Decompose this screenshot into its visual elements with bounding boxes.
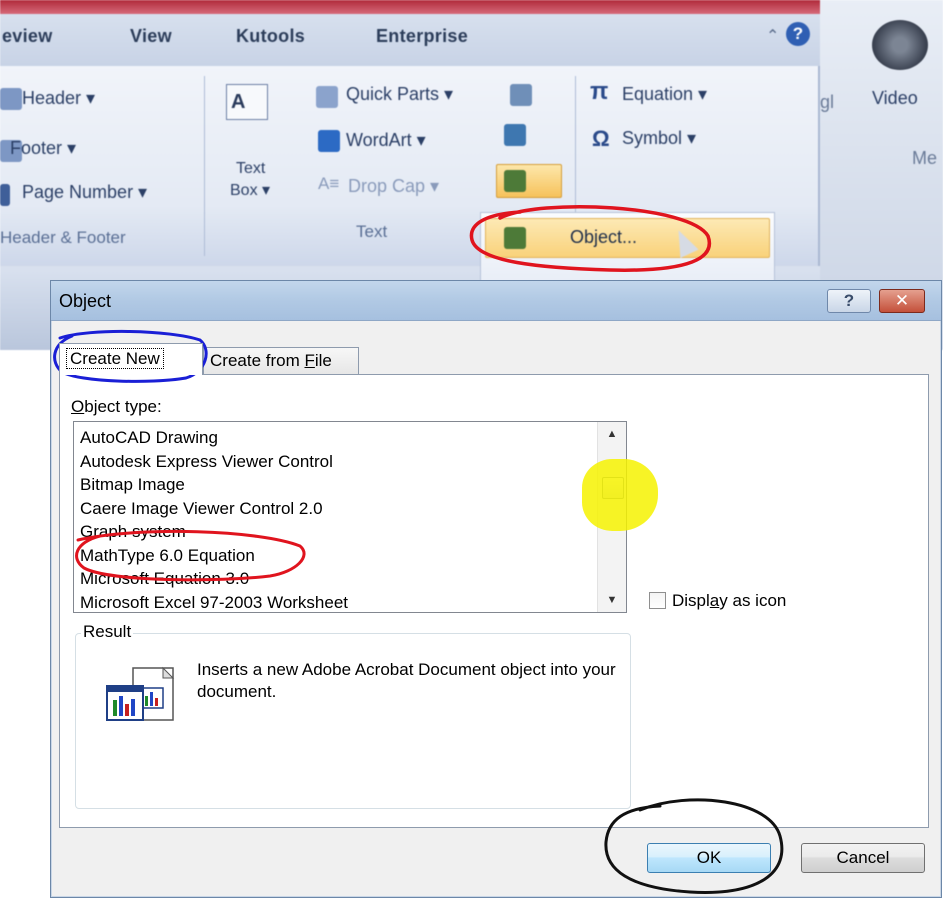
signature-line-icon[interactable] [510,84,532,106]
object-menu-label: Object... [570,227,638,247]
date-time-icon[interactable] [504,124,526,146]
object-type-label-rest: bject type: [84,397,162,416]
list-item[interactable]: Microsoft Equation 3.0 [80,567,590,591]
document-object-icon [106,666,175,721]
drop-cap-icon: A≡ [318,174,340,193]
quick-parts-button[interactable]: Quick Parts ▾ [346,84,453,105]
ribbon-help-icon[interactable]: ? [786,22,810,46]
insert-object-dropdown: Object... [480,212,775,282]
group-separator [204,76,205,256]
text-box-label-2[interactable]: Box ▾ [230,180,270,200]
mouse-cursor-icon [669,225,699,259]
text-box-icon: A [226,84,268,120]
footer-button[interactable]: Footer ▾ [10,138,76,159]
object-dialog: Object ? ✕ Create New Create from File O… [50,280,942,898]
dialog-titlebar[interactable]: Object ? ✕ [51,281,941,321]
ribbon-tab-kutools[interactable]: Kutools [236,26,305,47]
list-item[interactable]: Graph system [80,520,590,544]
tab-create-from-file[interactable]: Create from File [203,347,359,375]
display-as-icon-suffix: y as icon [719,591,787,610]
tab-create-from-file-suffix: ile [314,351,332,370]
tab-create-from-file-accel: F [304,351,315,370]
help-button[interactable]: ? [827,289,871,313]
list-item[interactable]: Caere Image Viewer Control 2.0 [80,497,590,521]
list-item[interactable]: Bitmap Image [80,473,590,497]
page-number-button[interactable]: Page Number ▾ [22,182,147,203]
tab-create-from-file-prefix: Create from [210,351,305,370]
display-as-icon-checkbox[interactable] [649,592,666,609]
minimize-ribbon-icon[interactable]: ⌃ [766,26,779,46]
dropdown-item-object[interactable]: Object... [485,218,770,259]
wordart-button[interactable]: WordArt ▾ [346,130,426,151]
display-as-icon-option[interactable]: Display as icon [649,591,786,611]
ribbon-tab-view[interactable]: View [130,26,172,47]
tab-create-new[interactable]: Create New [59,343,203,375]
close-button[interactable]: ✕ [879,289,925,313]
display-as-icon-prefix: Displ [672,591,710,610]
page-number-icon [0,184,10,206]
equation-button[interactable]: Equation ▾ [622,84,707,105]
object-type-accel: O [71,397,85,416]
list-item[interactable]: MathType 6.0 Equation [80,544,590,568]
partial-label-left: gl [820,92,835,112]
object-icon [504,170,526,192]
result-description: Inserts a new Adobe Acrobat Document obj… [197,660,616,701]
ribbon-tab-enterprise[interactable]: Enterprise [376,26,468,47]
equation-icon: π [590,78,609,105]
dialog-title: Object [59,291,112,311]
drop-cap-button[interactable]: Drop Cap ▾ [348,176,439,197]
scroll-down-arrow-icon[interactable]: ▼ [598,588,626,612]
text-group-label: Text [356,222,388,241]
wordart-icon [318,130,340,152]
symbol-icon: Ω [592,126,610,151]
object-type-listbox[interactable]: AutoCAD Drawing Autodesk Express Viewer … [73,421,627,613]
ok-button[interactable]: OK [647,843,771,873]
header-icon [0,88,22,110]
list-item[interactable]: Microsoft Excel 97-2003 Worksheet [80,591,590,615]
display-as-icon-accel: a [709,591,720,610]
title-band [0,0,943,14]
ribbon-tab-review[interactable]: eview [2,26,53,47]
video-button[interactable]: Video [872,88,918,109]
partial-media-label: Me [912,148,938,168]
result-label: Result [81,622,134,642]
object-type-label: Object type: [71,397,162,417]
yellow-highlight-mark [582,459,658,531]
scroll-up-arrow-icon[interactable]: ▲ [598,422,626,446]
quick-parts-icon [316,86,338,108]
header-button[interactable]: Header ▾ [22,88,95,109]
text-box-label-1[interactable]: Text [236,160,265,178]
cancel-button[interactable]: Cancel [801,843,925,873]
video-icon [872,20,928,70]
symbol-button[interactable]: Symbol ▾ [622,128,696,149]
tab-create-new-label: Create New [66,348,164,369]
object-type-list: AutoCAD Drawing Autodesk Express Viewer … [80,426,590,614]
header-footer-group-label: Header & Footer [0,228,126,247]
object-menu-icon [504,227,526,249]
list-item[interactable]: Autodesk Express Viewer Control [80,450,590,474]
list-item[interactable]: AutoCAD Drawing [80,426,590,450]
